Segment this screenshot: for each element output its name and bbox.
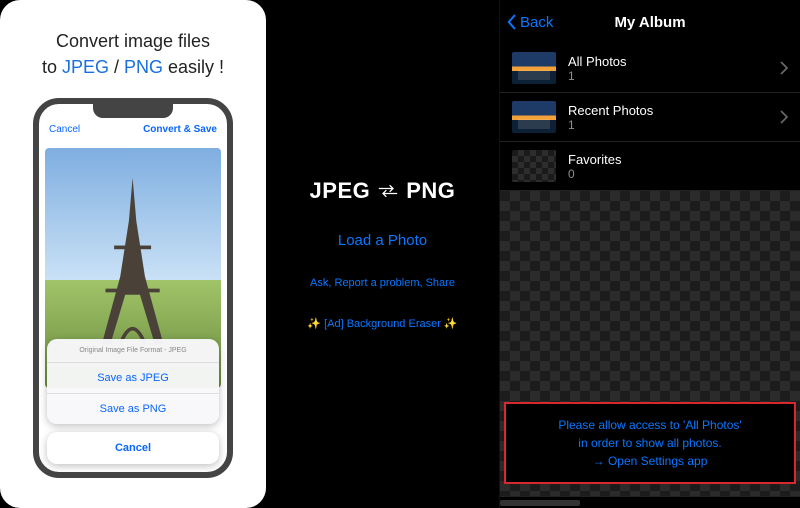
permission-notice[interactable]: Please allow access to 'All Photos' in o… (504, 402, 796, 484)
headline-to: to (42, 57, 62, 77)
save-png-button[interactable]: Save as PNG (47, 393, 219, 424)
album-grid-area: Please allow access to 'All Photos' in o… (500, 191, 800, 508)
album-count: 1 (568, 69, 768, 83)
promo-panel: Convert image files to JPEG / PNG easily… (0, 0, 266, 508)
chevron-right-icon (780, 110, 788, 124)
save-jpeg-button[interactable]: Save as JPEG (47, 362, 219, 393)
headline-line-1: Convert image files (56, 31, 210, 51)
album-row-all-photos[interactable]: All Photos 1 (500, 44, 800, 93)
swap-arrows-icon (378, 184, 398, 198)
album-name: Favorites (568, 152, 788, 167)
album-row-favorites[interactable]: Favorites 0 (500, 142, 800, 191)
album-row-recent-photos[interactable]: Recent Photos 1 (500, 93, 800, 142)
sheet-header: Original Image File Format - JPEG (47, 339, 219, 362)
album-thumb (512, 52, 556, 84)
action-sheet: Original Image File Format - JPEG Save a… (47, 339, 219, 424)
support-links[interactable]: Ask, Report a problem, Share (310, 277, 455, 289)
headline-png: PNG (124, 57, 163, 77)
album-thumb-empty (512, 150, 556, 182)
phone-notch (93, 104, 173, 118)
main-screen: JPEG PNG Load a Photo Ask, Report a prob… (266, 0, 500, 508)
album-text: Favorites 0 (568, 152, 788, 181)
album-screen: Back My Album All Photos 1 Recent Photos… (500, 0, 800, 508)
app-title: JPEG PNG (310, 178, 456, 204)
album-name: All Photos (568, 54, 768, 69)
load-photo-button[interactable]: Load a Photo (338, 232, 427, 249)
notice-line-1: Please allow access to 'All Photos' (512, 416, 788, 434)
nav-cancel-button[interactable]: Cancel (49, 124, 80, 135)
headline-jpeg: JPEG (62, 57, 109, 77)
album-text: Recent Photos 1 (568, 103, 768, 132)
album-count: 0 (568, 167, 788, 181)
title-jpeg: JPEG (310, 178, 371, 204)
headline-sep: / (109, 57, 124, 77)
album-text: All Photos 1 (568, 54, 768, 83)
eiffel-tower-icon (71, 168, 194, 360)
promo-headline: Convert image files to JPEG / PNG easily… (42, 28, 224, 80)
album-name: Recent Photos (568, 103, 768, 118)
title-png: PNG (406, 178, 455, 204)
ad-link[interactable]: ✨ [Ad] Background Eraser ✨ (307, 317, 457, 330)
headline-post: easily ! (163, 57, 224, 77)
album-thumb (512, 101, 556, 133)
screen-title: My Album (500, 14, 800, 31)
nav-convert-button[interactable]: Convert & Save (143, 124, 217, 135)
chevron-right-icon (780, 61, 788, 75)
album-count: 1 (568, 118, 768, 132)
notice-line-3: → Open Settings app (512, 452, 788, 470)
sheet-cancel-button[interactable]: Cancel (47, 432, 219, 464)
notice-line-2: in order to show all photos. (512, 434, 788, 452)
bottom-strip (500, 496, 800, 508)
album-nav-bar: Back My Album (500, 0, 800, 44)
phone-frame: Cancel Convert & Save Original Image Fil… (33, 98, 233, 478)
